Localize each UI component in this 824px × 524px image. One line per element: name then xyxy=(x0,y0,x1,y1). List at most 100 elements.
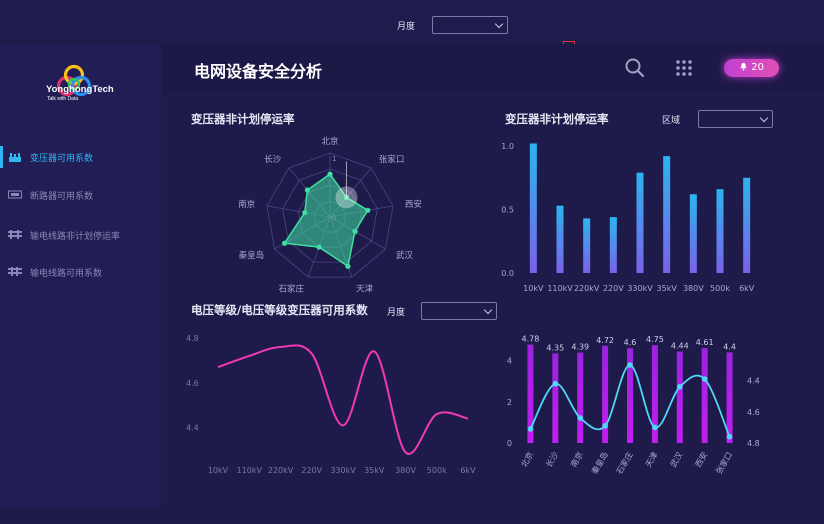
notification-button[interactable]: 20 xyxy=(724,59,779,77)
region-combo-chart: 0 2 4 4.4 4.6 4.8 4.78 4.35 4.39 4.72 4.6 4.75 4.44 4… xyxy=(507,335,760,476)
bar-x-tick-label: 110kV xyxy=(547,284,573,293)
combo-x-tick-label: 石家庄 xyxy=(614,450,635,476)
combo-right-tick-label: 4.6 xyxy=(747,408,760,417)
brand-name: YonghongTech xyxy=(46,84,114,95)
line-x-tick-label: 380V xyxy=(395,466,416,475)
combo-line-point-石家庄 xyxy=(627,362,633,368)
combo-line-point-南京 xyxy=(577,415,584,421)
bar-x-tick-label: 500k xyxy=(710,284,730,293)
bar-10kV xyxy=(529,143,537,273)
combo-x-tick-label: 张家口 xyxy=(714,450,735,476)
combo-line-point-西安 xyxy=(701,376,708,382)
bar-500k xyxy=(716,189,724,273)
combo-bar-label: 4.44 xyxy=(671,342,689,351)
combo-line-point-天津 xyxy=(652,424,658,431)
line-outage-icon xyxy=(8,230,22,239)
bar-35kV xyxy=(663,156,671,273)
radar-category-label: 西安 xyxy=(405,199,422,210)
combo-left-tick-label: 2 xyxy=(507,398,512,407)
region-select[interactable] xyxy=(698,110,773,128)
bar-x-tick-label: 10kV xyxy=(523,284,544,293)
line-x-tick-label: 220kV xyxy=(268,466,294,475)
radar-point-石家庄 xyxy=(316,244,322,250)
radar-category-label: 长沙 xyxy=(264,154,282,165)
sidebar-item-label: 输电线路非计划停运率 xyxy=(30,232,121,242)
sidebar-item-label: 输电线路可用系数 xyxy=(30,269,103,279)
combo-right-tick-label: 4.4 xyxy=(747,377,760,386)
combo-bar-label: 4.75 xyxy=(646,335,664,344)
radar-point-南京 xyxy=(302,209,308,216)
combo-bar-label: 4.39 xyxy=(571,343,589,352)
voltage-line-chart: 4.8 4.6 4.4 10kV 110kV 220kV 220V 330kV 35kV 380V… xyxy=(186,334,476,475)
sidebar-item-label: 断路器可用系数 xyxy=(30,192,94,202)
bar-x-tick-label: 35kV xyxy=(657,284,678,293)
combo-line-point-秦皇岛 xyxy=(602,423,608,429)
bar-y-tick-label: 1.0 xyxy=(501,142,514,151)
radar-point-西安 xyxy=(365,207,371,213)
month-select[interactable] xyxy=(432,16,508,34)
combo-bar-label: 4.4 xyxy=(723,342,736,351)
combo-bar-长沙 xyxy=(552,353,559,443)
combo-x-tick-label: 秦皇岛 xyxy=(589,450,610,476)
sidebar-item-transformer-availability[interactable]: 变压器可用系数 xyxy=(0,146,161,168)
bar-110kV xyxy=(556,205,564,273)
line-x-tick-label: 6kV xyxy=(460,466,476,475)
voltage-month-select[interactable] xyxy=(421,302,497,320)
combo-x-tick-label: 南京 xyxy=(568,450,585,469)
transformer-icon xyxy=(9,153,21,162)
bar-y-tick-label: 0.5 xyxy=(501,206,514,215)
bar-220V xyxy=(609,217,617,273)
combo-bar-label: 4.78 xyxy=(522,335,540,344)
radar-area xyxy=(283,173,369,268)
line-y-tick-label: 4.8 xyxy=(186,334,199,343)
combo-line-point-北京 xyxy=(527,426,534,432)
chevron-down-icon xyxy=(759,113,769,123)
bar-x-tick-label: 6kV xyxy=(739,284,755,293)
line-availability-icon xyxy=(8,267,22,276)
bar-330kV xyxy=(636,172,644,273)
sidebar-item-line-outage-rate[interactable]: 输电线路非计划停运率 xyxy=(0,224,161,246)
combo-x-tick-label: 北京 xyxy=(519,450,536,469)
combo-bar-武汉 xyxy=(676,351,683,443)
radar-category-label: 张家口 xyxy=(379,154,405,165)
combo-x-tick-label: 天津 xyxy=(643,450,660,469)
bar-y-tick-label: 0.0 xyxy=(501,269,514,278)
line-chart-title: 电压等级/电压等级变压器可用系数 xyxy=(191,303,368,317)
apps-grid-icon[interactable] xyxy=(675,59,693,77)
combo-line-point-张家口 xyxy=(726,433,733,440)
radar-chart: 北京张家口西安武汉天津 石家庄 秦皇岛 南京 长沙 1 0 xyxy=(238,136,422,294)
bar-x-tick-label: 220V xyxy=(603,284,624,293)
combo-x-tick-label: 长沙 xyxy=(543,450,560,469)
combo-line-point-长沙 xyxy=(552,380,559,387)
month-filter-label: 月度 xyxy=(397,22,416,32)
line-x-tick-label: 10kV xyxy=(208,466,229,475)
sidebar-item-line-availability[interactable]: 输电线路可用系数 xyxy=(0,261,161,283)
line-x-tick-label: 220V xyxy=(301,466,322,475)
bar-x-tick-label: 220kV xyxy=(574,284,600,293)
combo-x-tick-label: 武汉 xyxy=(668,450,685,469)
search-icon[interactable] xyxy=(625,58,645,78)
radar-point-天津 xyxy=(345,263,351,269)
breaker-icon xyxy=(8,190,22,199)
line-x-tick-label: 330kV xyxy=(330,466,356,475)
combo-bar-label: 4.6 xyxy=(624,338,637,347)
combo-line-point-武汉 xyxy=(676,384,683,390)
radar-chart-title: 变压器非计划停运率 xyxy=(191,112,295,126)
radar-category-label: 武汉 xyxy=(396,250,414,261)
line-y-tick-label: 4.6 xyxy=(186,379,199,388)
bar-x-tick-label: 380V xyxy=(683,284,704,293)
radar-category-label: 天津 xyxy=(356,283,374,294)
combo-bar-label: 4.72 xyxy=(596,336,614,345)
radar-category-label: 北京 xyxy=(321,136,338,147)
active-indicator xyxy=(0,146,3,168)
chevron-down-icon xyxy=(494,19,504,29)
bar-380V xyxy=(689,194,697,273)
line-x-tick-label: 110kV xyxy=(237,466,263,475)
sidebar-item-label: 变压器可用系数 xyxy=(30,154,94,164)
bell-icon xyxy=(740,62,747,71)
bar-chart-title: 变压器非计划停运率 xyxy=(505,112,609,126)
combo-right-tick-label: 4.8 xyxy=(747,439,760,448)
sidebar-item-breaker-availability[interactable]: 断路器可用系数 xyxy=(0,184,161,206)
line-x-tick-label: 35kV xyxy=(364,466,385,475)
chevron-down-icon xyxy=(483,305,493,315)
